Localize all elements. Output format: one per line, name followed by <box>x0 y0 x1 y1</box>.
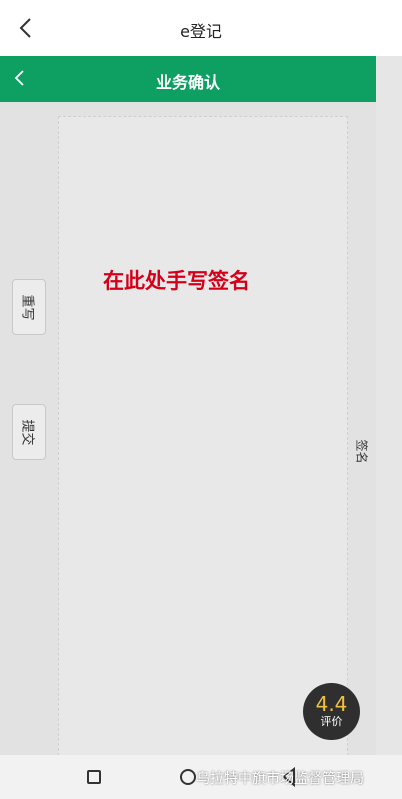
page-header: 业务确认 <box>0 56 376 102</box>
signature-label-text: 签名 <box>354 438 369 464</box>
square-icon[interactable] <box>87 770 101 784</box>
system-nav-bar: 乌拉特中旗市场监督管理局 <box>0 755 402 799</box>
top-app-bar: e登记 <box>0 0 402 56</box>
rewrite-button[interactable]: 重写 <box>12 279 46 335</box>
rewrite-label: 重写 <box>19 293 35 321</box>
signature-side-label: 签名 <box>354 438 370 464</box>
rating-badge[interactable]: 4.4 评价 <box>303 683 360 740</box>
submit-label: 提交 <box>19 418 35 446</box>
signature-pad[interactable] <box>58 116 348 756</box>
rating-score: 4.4 <box>315 692 348 716</box>
watermark-text: 乌拉特中旗市场监督管理局 <box>196 771 364 787</box>
submit-button[interactable]: 提交 <box>12 404 46 460</box>
circle-icon[interactable] <box>180 769 196 785</box>
signature-hint: 在此处手写签名 <box>103 269 250 293</box>
app-title: e登记 <box>180 22 222 41</box>
right-strip <box>376 56 402 755</box>
rating-label: 评价 <box>320 715 343 728</box>
page-title: 业务确认 <box>155 73 220 92</box>
